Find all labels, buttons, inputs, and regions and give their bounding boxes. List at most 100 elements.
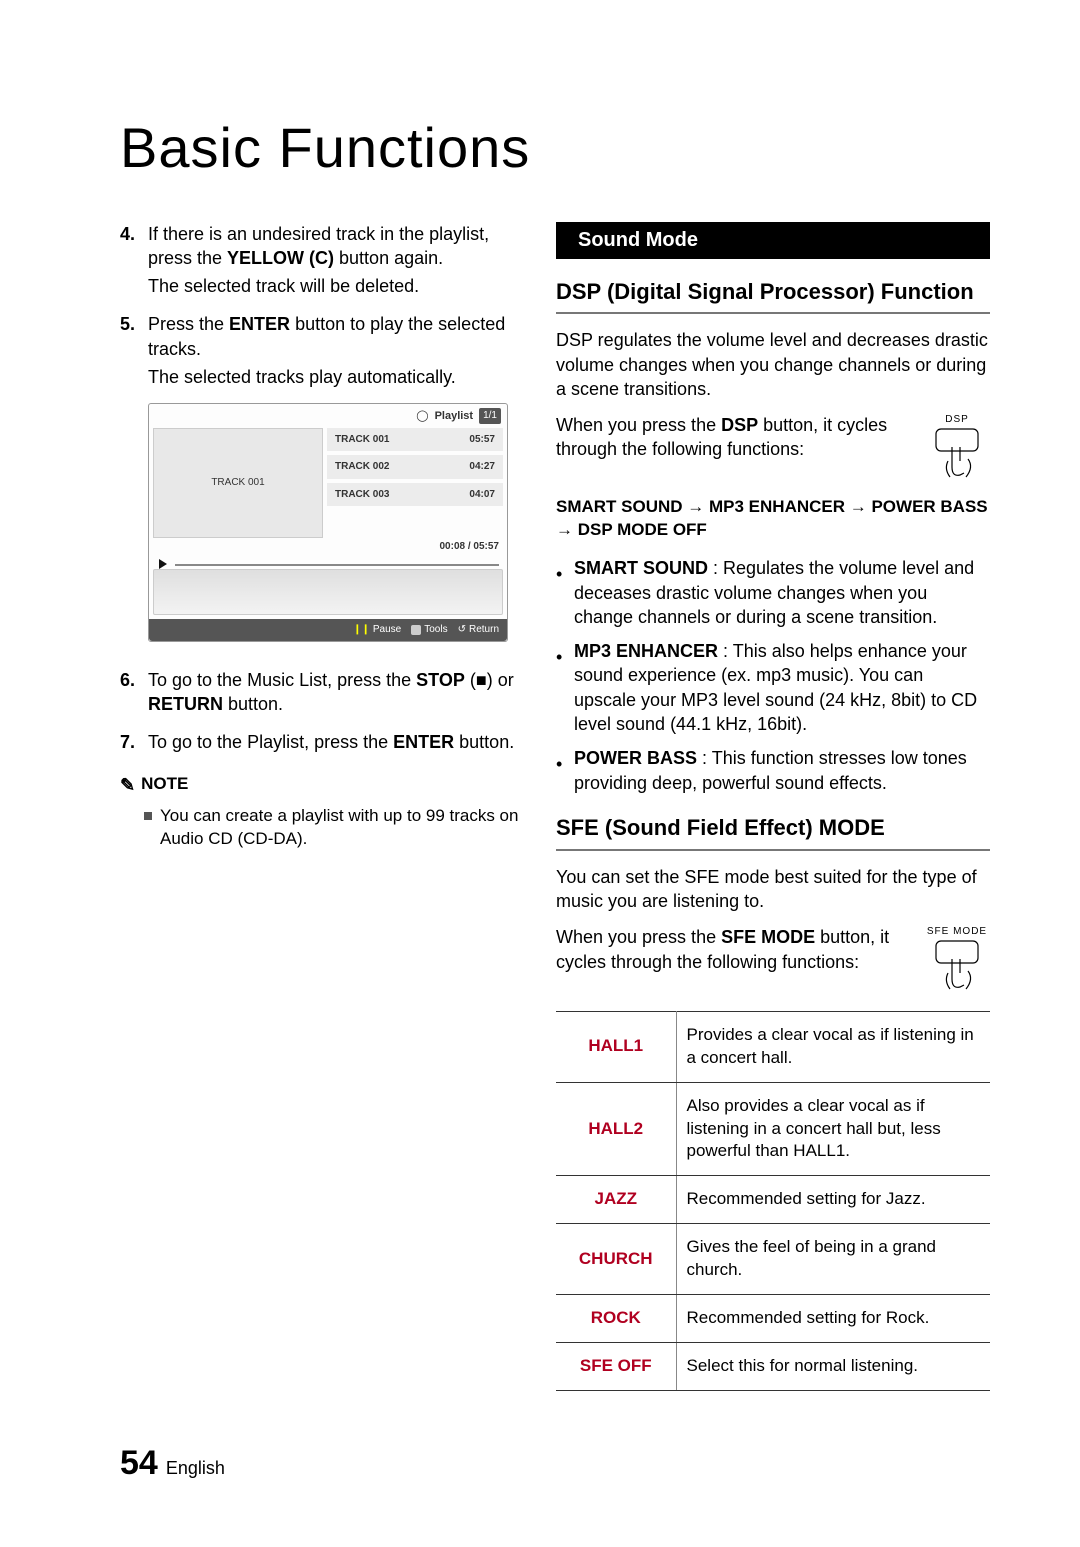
dsp-chain: SMART SOUND → MP3 ENHANCER → POWER BASS … bbox=[556, 495, 990, 543]
bullet-icon bbox=[556, 556, 564, 629]
sfe-button-illustration: SFE MODE bbox=[924, 925, 990, 995]
sfe-val: Also provides a clear vocal as if listen… bbox=[676, 1082, 990, 1176]
step-sub: The selected tracks play automatically. bbox=[148, 365, 520, 389]
sfe-key: CHURCH bbox=[556, 1224, 676, 1295]
tools-footer: Tools bbox=[411, 623, 447, 637]
pause-label: Pause bbox=[373, 623, 401, 637]
sfe-val: Select this for normal listening. bbox=[676, 1343, 990, 1391]
step-num: 6. bbox=[120, 668, 148, 717]
table-row: SFE OFFSelect this for normal listening. bbox=[556, 1343, 990, 1391]
page-title: Basic Functions bbox=[120, 110, 990, 186]
track-name: TRACK 001 bbox=[335, 433, 389, 447]
return-footer: ↺Return bbox=[458, 623, 499, 637]
enter-label: ENTER bbox=[229, 314, 290, 334]
dsp-heading: DSP (Digital Signal Processor) Function bbox=[556, 277, 990, 307]
table-row: ROCKRecommended setting for Rock. bbox=[556, 1295, 990, 1343]
sfe-table: HALL1Provides a clear vocal as if listen… bbox=[556, 1011, 990, 1391]
tools-icon bbox=[411, 625, 421, 635]
step-5: 5. Press the ENTER button to play the se… bbox=[120, 312, 520, 389]
playlist-thumbnail: TRACK 001 bbox=[153, 428, 323, 538]
sfe-key: ROCK bbox=[556, 1295, 676, 1343]
step-6: 6. To go to the Music List, press the ST… bbox=[120, 668, 520, 717]
stop-label: STOP bbox=[416, 670, 465, 690]
text: When you press the bbox=[556, 415, 721, 435]
step-sub: The selected track will be deleted. bbox=[148, 274, 520, 298]
dsp-bullet: POWER BASS : This function stresses low … bbox=[556, 746, 990, 795]
sfe-mode-label: SFE MODE bbox=[721, 927, 815, 947]
page-footer: 54 English bbox=[120, 1441, 990, 1487]
rule bbox=[556, 849, 990, 851]
pause-icon: ❙❙ bbox=[353, 623, 370, 637]
step-4: 4. If there is an undesired track in the… bbox=[120, 222, 520, 299]
text: To go to the Music List, press the bbox=[148, 670, 416, 690]
sfe-val: Provides a clear vocal as if listening i… bbox=[676, 1011, 990, 1082]
dsp-bullet: SMART SOUND : Regulates the volume level… bbox=[556, 556, 990, 629]
sfe-key: HALL2 bbox=[556, 1082, 676, 1176]
table-row: HALL2Also provides a clear vocal as if l… bbox=[556, 1082, 990, 1176]
text: (■) or bbox=[465, 670, 514, 690]
bullet-key: SMART SOUND bbox=[574, 558, 708, 578]
playlist-screenshot: ◯ Playlist 1/1 TRACK 001 TRACK 00105:57 … bbox=[148, 403, 508, 642]
sfe-desc: You can set the SFE mode best suited for… bbox=[556, 865, 990, 914]
playlist-progress-area bbox=[153, 569, 503, 615]
sfe-key: SFE OFF bbox=[556, 1343, 676, 1391]
table-row: HALL1Provides a clear vocal as if listen… bbox=[556, 1011, 990, 1082]
track-duration: 05:57 bbox=[469, 433, 495, 447]
step-7: 7. To go to the Playlist, press the ENTE… bbox=[120, 730, 520, 754]
playlist-row: TRACK 002 04:27 bbox=[327, 455, 503, 479]
pause-footer: ❙❙Pause bbox=[353, 623, 401, 637]
note-item: You can create a playlist with up to 99 … bbox=[144, 805, 520, 851]
tools-label: Tools bbox=[424, 623, 447, 637]
play-icon bbox=[159, 559, 167, 569]
step-num: 4. bbox=[120, 222, 148, 299]
table-row: JAZZRecommended setting for Jazz. bbox=[556, 1176, 990, 1224]
return-label: RETURN bbox=[148, 694, 223, 714]
sfe-val: Gives the feel of being in a grand churc… bbox=[676, 1224, 990, 1295]
dsp-desc: DSP regulates the volume level and decre… bbox=[556, 328, 990, 401]
bullet-icon bbox=[144, 812, 152, 820]
note-label: NOTE bbox=[141, 773, 188, 796]
track-duration: 04:27 bbox=[469, 460, 495, 474]
bullet-icon bbox=[556, 639, 564, 736]
text: button. bbox=[223, 694, 283, 714]
rule bbox=[556, 312, 990, 314]
dsp-btn-label: DSP bbox=[924, 413, 990, 427]
step-num: 7. bbox=[120, 730, 148, 754]
dsp-bullet: MP3 ENHANCER : This also helps enhance y… bbox=[556, 639, 990, 736]
table-row: CHURCHGives the feel of being in a grand… bbox=[556, 1224, 990, 1295]
text: button. bbox=[454, 732, 514, 752]
page-number: 54 bbox=[120, 1441, 158, 1487]
sfe-key: HALL1 bbox=[556, 1011, 676, 1082]
text: Press the bbox=[148, 314, 229, 334]
playlist-time: 00:08 / 05:57 bbox=[149, 538, 507, 554]
sound-mode-banner: Sound Mode bbox=[556, 222, 990, 259]
track-name: TRACK 003 bbox=[335, 488, 389, 502]
bullet-icon bbox=[556, 746, 564, 795]
text: To go to the Playlist, press the bbox=[148, 732, 393, 752]
sfe-val: Recommended setting for Jazz. bbox=[676, 1176, 990, 1224]
yellow-c-label: YELLOW (C) bbox=[227, 248, 334, 268]
sfe-btn-label: SFE MODE bbox=[924, 925, 990, 939]
return-icon: ↺ bbox=[458, 623, 466, 637]
progress-bar bbox=[175, 564, 499, 566]
playlist-label: Playlist bbox=[435, 409, 474, 424]
text: button again. bbox=[334, 248, 443, 268]
track-duration: 04:07 bbox=[469, 488, 495, 502]
playlist-count: 1/1 bbox=[479, 408, 501, 424]
step-num: 5. bbox=[120, 312, 148, 389]
track-name: TRACK 002 bbox=[335, 460, 389, 474]
note-heading: ✎ NOTE bbox=[120, 773, 520, 797]
dsp-label: DSP bbox=[721, 415, 758, 435]
bullet-key: MP3 ENHANCER bbox=[574, 641, 718, 661]
bullet-key: POWER BASS bbox=[574, 748, 697, 768]
note-icon: ✎ bbox=[120, 773, 135, 797]
playlist-icon: ◯ bbox=[416, 409, 428, 424]
sfe-key: JAZZ bbox=[556, 1176, 676, 1224]
sfe-val: Recommended setting for Rock. bbox=[676, 1295, 990, 1343]
text: When you press the bbox=[556, 927, 721, 947]
note-text: You can create a playlist with up to 99 … bbox=[160, 805, 520, 851]
dsp-button-illustration: DSP bbox=[924, 413, 990, 483]
return-label: Return bbox=[469, 623, 499, 637]
playlist-row: TRACK 003 04:07 bbox=[327, 483, 503, 507]
page-language: English bbox=[166, 1456, 225, 1480]
